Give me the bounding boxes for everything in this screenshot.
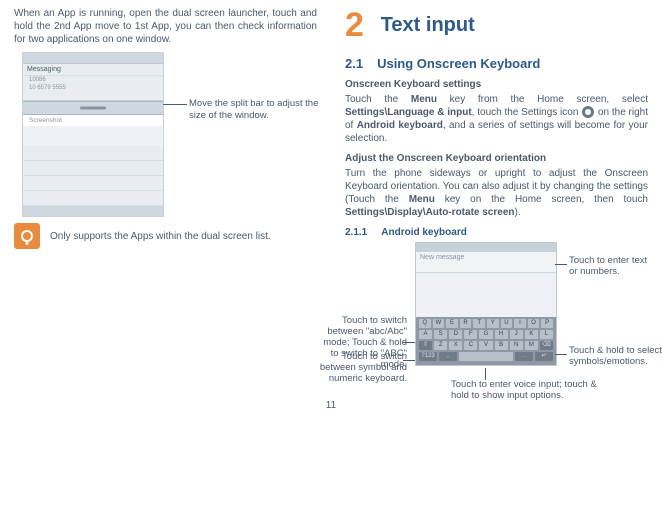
keyboard-figure: New message QWERTYUIOP ASDFGHJKL ⇧ZXCVBN… [415,242,648,388]
split-callout: Move the split bar to adjust the size of… [189,98,319,121]
kb-new-message: New message [416,252,556,273]
para-orientation: Turn the phone sideways or upright to ad… [345,167,648,219]
gear-icon [582,106,594,118]
callout-symbols: Touch & hold to select symbols/emotions. [569,346,662,368]
callout-voice: Touch to enter voice input; touch & hold… [451,380,613,402]
para-keyboard-settings: Touch the Menu key from the Home screen,… [345,93,648,145]
section-2-1-1: 2.1.1Android keyboard [345,227,648,238]
intro-text: When an App is running, open the dual sc… [14,8,317,46]
shot-header: Messaging [23,64,163,76]
keyboard-screenshot: New message QWERTYUIOP ASDFGHJKL ⇧ZXCVBN… [415,242,557,366]
dual-screen-screenshot: Messaging 10086 10 6579 5555 Move the sp… [22,52,164,217]
chapter-title: Text input [381,14,475,37]
shot-popup: Screenshot [23,115,163,126]
shot-line1: 10086 [23,76,163,84]
heading-orientation: Adjust the Onscreen Keyboard orientation [345,153,648,164]
heading-keyboard-settings: Onscreen Keyboard settings [345,79,648,90]
chapter-header: 2 Text input [345,8,648,42]
section-2-1: 2.1Using Onscreen Keyboard [345,56,648,71]
shot-line2: 10 6579 5555 [23,84,163,92]
chapter-number: 2 [345,8,364,42]
note-text: Only supports the Apps within the dual s… [50,231,271,242]
split-bar: Move the split bar to adjust the size of… [23,101,163,115]
callout-enter-text: Touch to enter text or numbers. [569,256,655,278]
note-icon [14,223,40,249]
callout-switch-symbol: Touch to switch between symbol and numer… [319,352,407,385]
